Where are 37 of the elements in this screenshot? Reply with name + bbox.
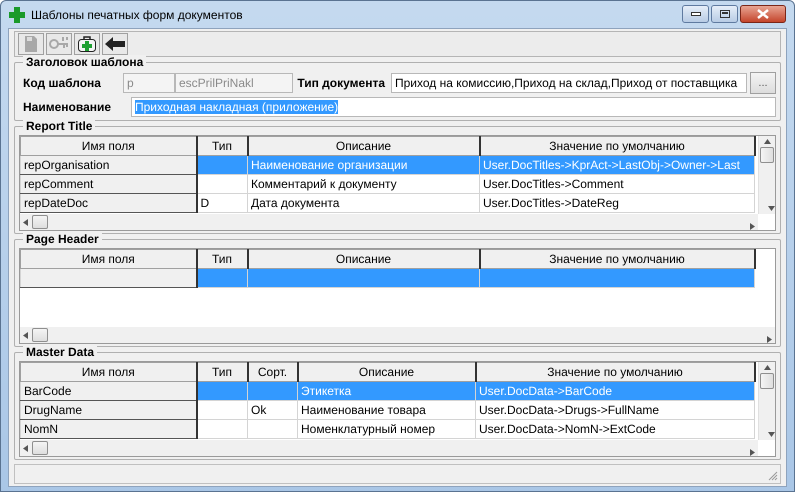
column-header[interactable]: Описание (298, 362, 476, 382)
table-cell[interactable]: DrugName (20, 400, 196, 420)
column-header[interactable]: Сорт. (248, 362, 298, 382)
group-title: Page Header (23, 232, 102, 247)
column-header[interactable]: Тип (196, 250, 248, 268)
column-header[interactable]: Тип (196, 362, 248, 382)
column-header[interactable]: Имя поля (20, 362, 196, 382)
table-cell[interactable]: BarCode (20, 382, 196, 400)
input-field[interactable]: Приход на комиссию,Приход на склад,Приход от поставщика (391, 73, 747, 93)
field-label: Тип документа (297, 75, 385, 92)
field-label: Код шаблона (23, 75, 102, 92)
table-cell[interactable]: NomN (20, 420, 196, 438)
table-cell[interactable]: D (196, 194, 248, 212)
table-cell[interactable]: User.DocData->Drugs->FullName (476, 400, 754, 420)
table-cell[interactable]: User.DocTitles->Comment (480, 174, 754, 194)
column-header[interactable]: Тип (196, 136, 248, 156)
window-title: Шаблоны печатных форм документов (31, 6, 243, 24)
table-cell[interactable]: Дата документа (248, 194, 480, 212)
column-header[interactable]: Имя поля (20, 250, 196, 268)
column-header[interactable]: Описание (248, 136, 480, 156)
browse-button[interactable]: ... (750, 72, 776, 94)
column-header[interactable]: Значение по умолчанию (480, 250, 754, 268)
table-cell[interactable]: repOrganisation (20, 156, 196, 174)
table-cell[interactable]: Наименование товара (298, 400, 476, 420)
table-cell[interactable]: Комментарий к документу (248, 174, 480, 194)
column-header[interactable]: Значение по умолчанию (480, 136, 754, 156)
column-header[interactable]: Описание (248, 250, 480, 268)
field-label: Наименование (23, 99, 112, 116)
table-cell[interactable]: User.DocTitles->DateReg (480, 194, 754, 212)
column-header[interactable]: Значение по умолчанию (476, 362, 754, 382)
table-cell[interactable]: Ok (248, 400, 298, 420)
table-cell[interactable]: Номенклатурный номер (298, 420, 476, 438)
column-header[interactable]: Имя поля (20, 136, 196, 156)
table-cell[interactable]: User.DocData->NomN->ExtCode (476, 420, 754, 438)
table-cell[interactable]: repComment (20, 174, 196, 194)
table-cell[interactable]: repDateDoc (20, 194, 196, 212)
group-title: Report Title (23, 119, 96, 134)
